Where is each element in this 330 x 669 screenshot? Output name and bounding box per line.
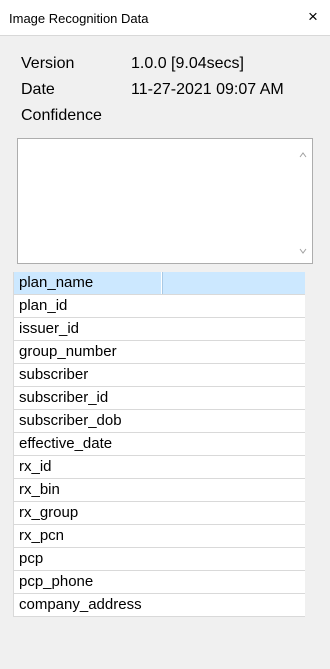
title-bar: Image Recognition Data × bbox=[0, 0, 330, 36]
field-value[interactable] bbox=[162, 341, 305, 363]
field-row-pcp[interactable]: pcp bbox=[14, 548, 305, 571]
field-row-issuer-id[interactable]: issuer_id bbox=[14, 318, 305, 341]
field-name: pcp bbox=[19, 550, 44, 567]
fields-grid: plan_name plan_id issuer_id group_numbersub… bbox=[13, 272, 305, 617]
field-name: group_number bbox=[19, 343, 117, 360]
field-name: effective_date bbox=[19, 435, 113, 452]
window-title: Image Recognition Data bbox=[9, 11, 149, 26]
field-row-plan-id[interactable]: plan_id bbox=[14, 295, 305, 318]
version-value: 1.0.0 [9.04secs] bbox=[131, 55, 244, 72]
field-value[interactable] bbox=[162, 410, 305, 432]
field-row-plan-name[interactable]: plan_name bbox=[14, 272, 305, 295]
field-value[interactable] bbox=[162, 502, 305, 524]
field-name: plan_name bbox=[14, 272, 161, 294]
date-row: Date 11-27-2021 09:07 AM bbox=[21, 81, 284, 99]
field-value[interactable] bbox=[162, 479, 305, 501]
field-value[interactable] bbox=[162, 387, 305, 409]
field-row-rx-group[interactable]: rx_group bbox=[14, 502, 305, 525]
date-label: Date bbox=[21, 81, 55, 98]
field-row-subscriber-dob[interactable]: subscriber_dob bbox=[14, 410, 305, 433]
field-name: subscriber_dob bbox=[19, 412, 122, 429]
close-icon: × bbox=[308, 7, 318, 26]
field-row-group-number[interactable]: group_number bbox=[14, 341, 305, 364]
field-row-rx-id[interactable]: rx_id bbox=[14, 456, 305, 479]
field-value[interactable] bbox=[162, 272, 305, 294]
field-value[interactable] bbox=[162, 548, 305, 570]
field-name: plan_id bbox=[19, 297, 68, 314]
field-row-rx-pcn[interactable]: rx_pcn bbox=[14, 525, 305, 548]
field-name: rx_bin bbox=[19, 481, 60, 498]
field-row-company-address[interactable]: company_address bbox=[14, 594, 305, 617]
field-name: rx_id bbox=[19, 458, 52, 475]
field-value[interactable] bbox=[162, 295, 305, 317]
field-value[interactable] bbox=[162, 318, 305, 340]
field-value[interactable] bbox=[162, 433, 305, 455]
scroll-down-icon[interactable] bbox=[299, 247, 307, 255]
field-value[interactable] bbox=[162, 571, 305, 593]
close-button[interactable]: × bbox=[300, 4, 326, 30]
confidence-row: Confidence bbox=[21, 107, 131, 125]
field-row-subscriber[interactable]: subscriber bbox=[14, 364, 305, 387]
confidence-textbox[interactable] bbox=[17, 138, 313, 264]
field-row-subscriber-id[interactable]: subscriber_id bbox=[14, 387, 305, 410]
field-value[interactable] bbox=[162, 594, 305, 616]
field-row-rx-bin[interactable]: rx_bin bbox=[14, 479, 305, 502]
confidence-label: Confidence bbox=[21, 107, 102, 124]
field-name: pcp_phone bbox=[19, 573, 94, 590]
field-name: rx_group bbox=[19, 504, 79, 521]
date-value: 11-27-2021 09:07 AM bbox=[131, 81, 284, 98]
field-value[interactable] bbox=[162, 364, 305, 386]
field-name: subscriber bbox=[19, 366, 89, 383]
field-name: subscriber_id bbox=[19, 389, 109, 406]
field-row-pcp-phone[interactable]: pcp_phone bbox=[14, 571, 305, 594]
field-name: company_address bbox=[19, 596, 142, 613]
field-name: issuer_id bbox=[19, 320, 80, 337]
version-row: Version 1.0.0 [9.04secs] bbox=[21, 55, 244, 73]
field-value[interactable] bbox=[162, 456, 305, 478]
field-name: rx_pcn bbox=[19, 527, 65, 544]
vertical-scrollbar[interactable] bbox=[295, 139, 312, 263]
field-value[interactable] bbox=[162, 525, 305, 547]
field-row-effective-date[interactable]: effective_date bbox=[14, 433, 305, 456]
scroll-up-icon[interactable] bbox=[299, 151, 307, 159]
version-label: Version bbox=[21, 55, 75, 72]
